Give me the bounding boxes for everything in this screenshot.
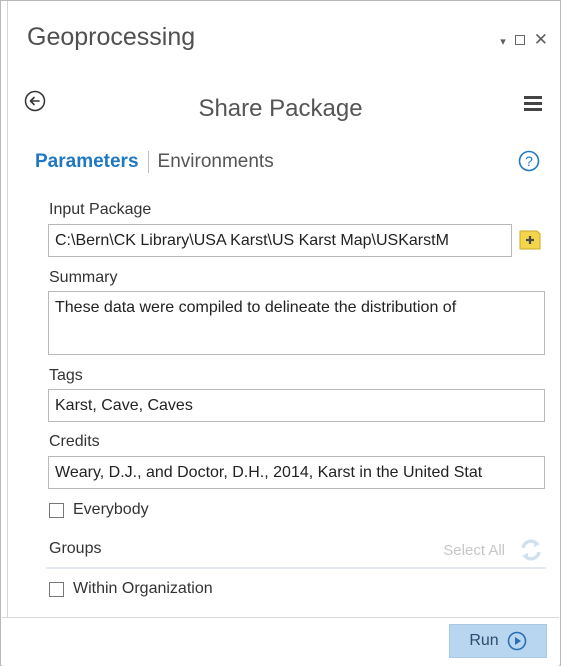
- geoprocessing-pane: Geoprocessing ▾ ✕ Share Package Paramete…: [0, 0, 561, 666]
- refresh-icon: [521, 539, 541, 561]
- close-icon[interactable]: ✕: [534, 31, 548, 48]
- tags-field[interactable]: Karst, Cave, Caves: [48, 389, 545, 422]
- run-button[interactable]: Run: [449, 624, 547, 658]
- everybody-checkbox-row[interactable]: Everybody: [49, 501, 149, 519]
- within-org-label: Within Organization: [73, 580, 213, 597]
- select-all-link: Select All: [443, 542, 505, 559]
- maximize-icon[interactable]: [514, 34, 525, 45]
- play-icon: [507, 631, 526, 651]
- add-file-icon[interactable]: [517, 229, 543, 251]
- tab-bar: Parameters Environments: [35, 151, 274, 173]
- within-org-checkbox-row[interactable]: Within Organization: [49, 580, 213, 598]
- everybody-label: Everybody: [73, 501, 149, 518]
- run-label: Run: [469, 632, 499, 649]
- groups-row: Groups Select All: [49, 539, 545, 564]
- tab-divider: [147, 151, 149, 173]
- hamburger-menu-icon[interactable]: [524, 96, 542, 111]
- credits-field[interactable]: Weary, D.J., and Doctor, D.H., 2014, Kar…: [48, 456, 545, 489]
- tool-title: Share Package: [198, 95, 363, 122]
- tab-environments[interactable]: Environments: [158, 151, 274, 173]
- groups-divider: [46, 567, 546, 569]
- groups-label: Groups: [49, 540, 102, 557]
- help-icon[interactable]: ?: [518, 150, 540, 172]
- tab-parameters[interactable]: Parameters: [35, 151, 139, 173]
- within-org-checkbox[interactable]: [49, 581, 64, 597]
- credits-label: Credits: [49, 433, 100, 450]
- pane-title: Geoprocessing: [27, 23, 196, 51]
- pane-options-icon[interactable]: ▾: [500, 35, 506, 48]
- input-package-field[interactable]: C:\Bern\CK Library\USA Karst\US Karst Ma…: [48, 224, 512, 257]
- summary-textarea[interactable]: These data were compiled to delineate th…: [48, 291, 545, 355]
- everybody-checkbox[interactable]: [49, 502, 64, 518]
- input-package-label: Input Package: [49, 201, 152, 218]
- footer-bar: Run: [2, 617, 559, 666]
- pane-controls: ▾ ✕: [500, 31, 548, 48]
- summary-label: Summary: [49, 269, 118, 286]
- tags-label: Tags: [49, 367, 83, 384]
- svg-text:?: ?: [525, 153, 533, 169]
